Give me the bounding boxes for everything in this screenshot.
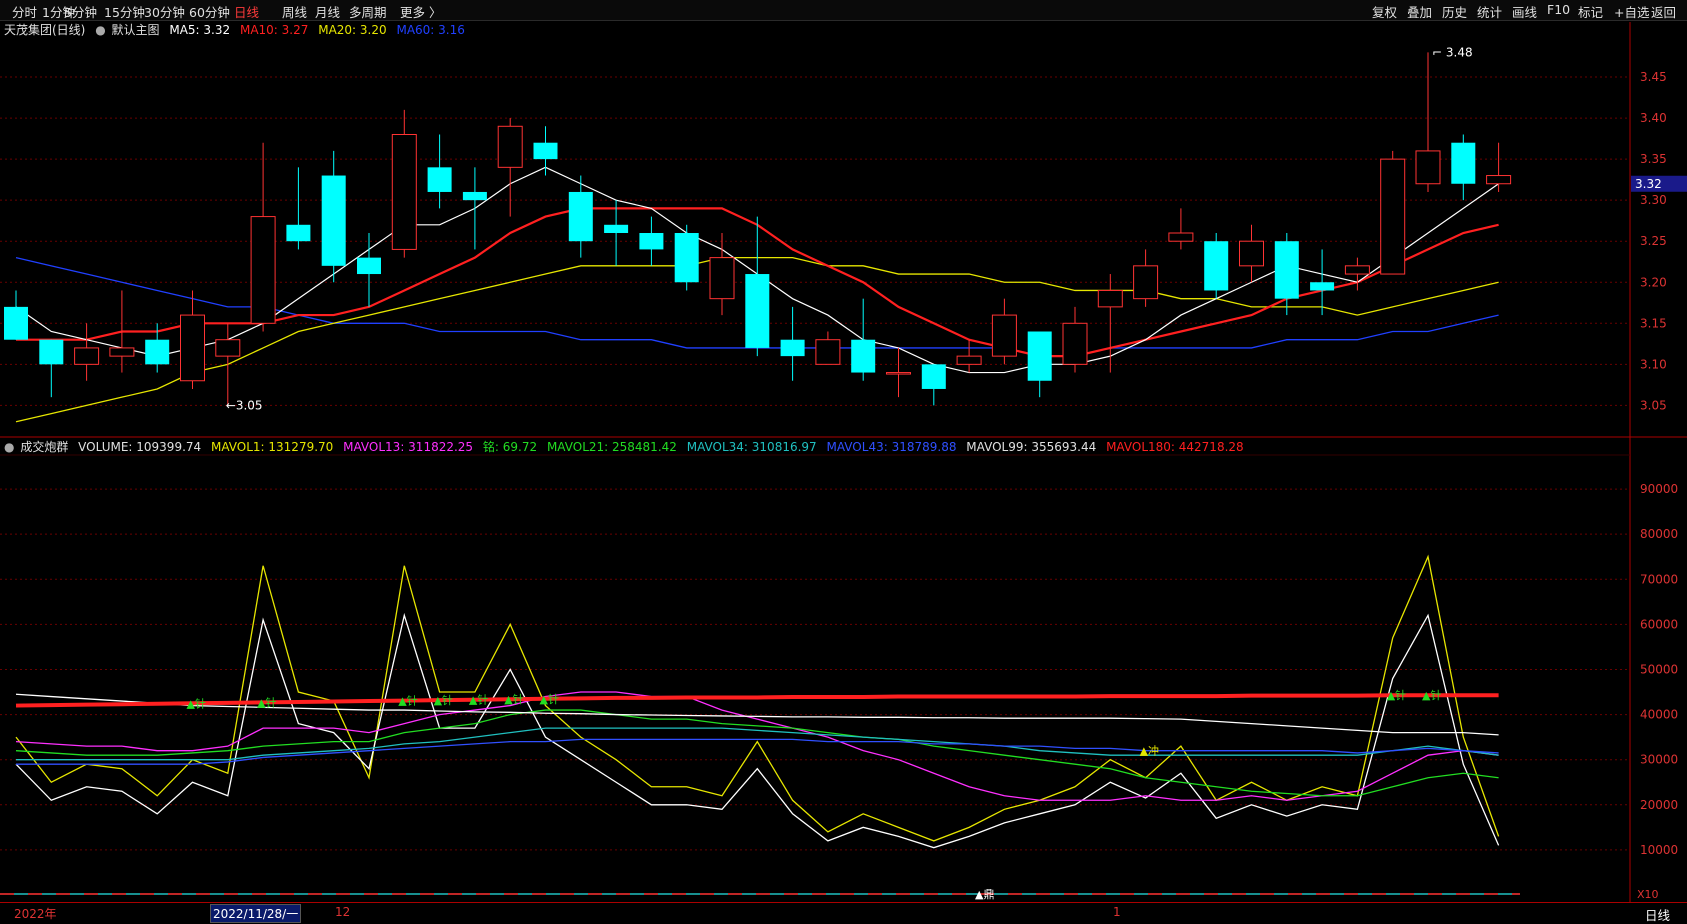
candle-body xyxy=(1274,241,1299,299)
candle-body xyxy=(462,191,487,201)
price-tick-label: 3.25 xyxy=(1640,234,1667,248)
candle-body xyxy=(1062,322,1088,365)
candle-body xyxy=(39,339,64,365)
chong-signal: ▲冲 xyxy=(1140,744,1159,758)
candle-body xyxy=(250,216,276,324)
candle-body xyxy=(391,134,417,250)
candle-body xyxy=(991,314,1017,357)
candle-body xyxy=(321,175,346,266)
month-1-label: 1 xyxy=(1113,905,1121,919)
year-label: 2022年 xyxy=(14,907,57,921)
zhen-signal: ▲针 xyxy=(504,692,523,706)
low-annotation: ←3.05 xyxy=(226,398,263,412)
price-tick-label: 3.15 xyxy=(1640,316,1667,330)
price-tick-label: 3.10 xyxy=(1640,357,1667,371)
volume-tick-label: 40000 xyxy=(1640,708,1678,722)
candle-body xyxy=(709,257,735,300)
candle-body xyxy=(1133,265,1159,300)
price-tick-label: 3.20 xyxy=(1640,275,1667,289)
candle-body xyxy=(109,347,135,357)
volume-tick-label: 20000 xyxy=(1640,798,1678,812)
candle-body xyxy=(886,372,911,375)
volume-tick-label: 10000 xyxy=(1640,843,1678,857)
candle-body xyxy=(1310,282,1335,291)
zhen-signal: ▲针 xyxy=(1422,688,1441,702)
volume-tick-label: 70000 xyxy=(1640,572,1678,586)
zhen-signal: ▲针 xyxy=(257,695,276,709)
zhen-signal: ▲针 xyxy=(540,692,559,706)
candle-body xyxy=(1168,232,1194,242)
candle-body xyxy=(1027,331,1052,381)
candle-body xyxy=(1451,142,1476,184)
zhen-signal: ▲针 xyxy=(1387,688,1406,702)
current-price-label: 3.32 xyxy=(1635,177,1662,191)
x10-label: X10 xyxy=(1637,888,1659,901)
candle-body xyxy=(921,364,946,389)
series-mavol21 xyxy=(15,709,1499,797)
candle-body xyxy=(145,339,170,365)
volume-tick-label: 50000 xyxy=(1640,662,1678,676)
period-label[interactable]: 日线 xyxy=(1645,905,1670,924)
volume-tick-label: 60000 xyxy=(1640,617,1678,631)
high-annotation: ⌐ 3.48 xyxy=(1432,45,1473,59)
volume-tick-label: 30000 xyxy=(1640,753,1678,767)
candle-body xyxy=(745,274,770,348)
candle-body xyxy=(1204,241,1229,291)
month-12-label: 12 xyxy=(335,905,351,919)
candle-body xyxy=(1415,150,1441,185)
candle-body xyxy=(4,306,28,340)
candle-body xyxy=(1380,158,1406,275)
candle-body xyxy=(286,224,311,242)
zhen-signal: ▲针 xyxy=(187,696,206,710)
series-mavol180 xyxy=(15,693,1499,708)
candle-body xyxy=(74,347,100,365)
candle-body xyxy=(639,233,664,250)
ding-signal: ▲鼎 xyxy=(975,888,994,901)
series-mavol1 xyxy=(15,612,1500,849)
volume-tick-label: 80000 xyxy=(1640,527,1678,541)
volume-tick-label: 90000 xyxy=(1640,482,1678,496)
candle-body xyxy=(1239,240,1264,267)
candle-body xyxy=(815,339,841,365)
candle-body xyxy=(180,314,205,382)
price-tick-label: 3.40 xyxy=(1640,111,1667,125)
candle-body xyxy=(1486,175,1512,185)
price-tick-label: 3.45 xyxy=(1640,70,1667,84)
time-axis: 2022年 2022/11/28/一 12 1 日线 xyxy=(0,902,1687,924)
zhen-signal: ▲针 xyxy=(398,694,417,708)
candle-body xyxy=(956,355,982,365)
price-tick-label: 3.05 xyxy=(1640,398,1667,412)
candle-body xyxy=(1097,289,1123,308)
zhen-signal: ▲针 xyxy=(469,693,488,707)
candle-body xyxy=(357,257,381,275)
candle-body xyxy=(215,339,241,357)
chart-canvas[interactable]: 3.05 3.10 3.15 3.20 3.25 3.30 3.35 3.40 3.45 ⌐ 3.… xyxy=(0,0,1687,921)
candle-body xyxy=(780,339,805,357)
candle-body xyxy=(851,339,876,373)
candle-body xyxy=(1344,265,1370,275)
candle-body xyxy=(604,224,629,233)
price-tick-label: 3.35 xyxy=(1640,152,1667,166)
candle-body xyxy=(568,191,593,242)
cursor-date: 2022/11/28/一 xyxy=(210,904,302,923)
zhen-signal: ▲针 xyxy=(434,693,453,707)
candle-body xyxy=(533,142,558,160)
candle-body xyxy=(674,233,699,283)
candle-body xyxy=(497,125,523,168)
candle-body xyxy=(427,167,452,192)
price-tick-label: 3.30 xyxy=(1640,193,1667,207)
